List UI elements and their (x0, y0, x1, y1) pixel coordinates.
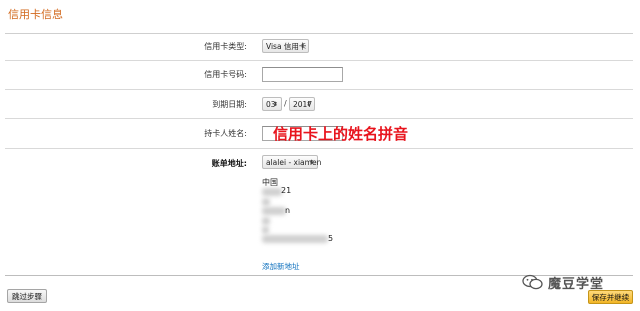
watermark-text: 魔豆学堂 (548, 276, 605, 292)
expiry-label: 到期日期: (212, 100, 247, 109)
address-phone-redacted (262, 235, 328, 243)
row-divider (5, 89, 633, 90)
card-type-label: 信用卡类型: (204, 42, 247, 51)
address-redacted (262, 207, 286, 215)
select-arrow-icon: ⬍ (305, 101, 311, 108)
card-number-input[interactable] (262, 67, 343, 82)
address-redacted (262, 226, 269, 234)
wechat-icon (522, 274, 544, 290)
row-divider (5, 148, 633, 149)
address-phone: 5 (328, 234, 334, 243)
address-redacted (262, 198, 270, 206)
cardholder-label: 持卡人姓名: (204, 129, 247, 138)
select-arrow-icon: ⬍ (299, 43, 305, 50)
select-arrow-icon: ⬍ (308, 159, 314, 166)
billing-address-select[interactable]: alalei - xiamen ⬍ (262, 155, 321, 169)
skip-step-button[interactable]: 跳过步骤 (7, 289, 47, 303)
top-divider (5, 33, 633, 34)
section-title: 信用卡信息 (8, 8, 63, 21)
expiry-year-select[interactable]: 2017 ⬍ (289, 97, 315, 111)
address-postcode: 21 (281, 186, 292, 195)
watermark: 魔豆学堂 (522, 272, 604, 292)
annotation-text: 信用卡上的姓名拼音 (273, 125, 409, 143)
address-redacted (262, 188, 282, 196)
row-divider (5, 118, 633, 119)
address-country: 中国 (262, 178, 278, 187)
add-new-address-link[interactable]: 添加新地址 (262, 261, 300, 272)
expiry-month-select[interactable]: 03 ⬍ (262, 97, 282, 111)
card-type-select[interactable]: Visa 信用卡 ⬍ (262, 39, 309, 53)
card-number-label: 信用卡号码: (204, 70, 247, 79)
row-divider (5, 60, 633, 61)
select-arrow-icon: ⬍ (272, 101, 278, 108)
address-redacted (262, 217, 270, 225)
billing-address-label: 账单地址: (211, 159, 247, 168)
expiry-separator: / (284, 99, 287, 108)
save-and-continue-button[interactable]: 保存并继续 (588, 290, 633, 304)
address-line-partial: n (285, 206, 291, 215)
